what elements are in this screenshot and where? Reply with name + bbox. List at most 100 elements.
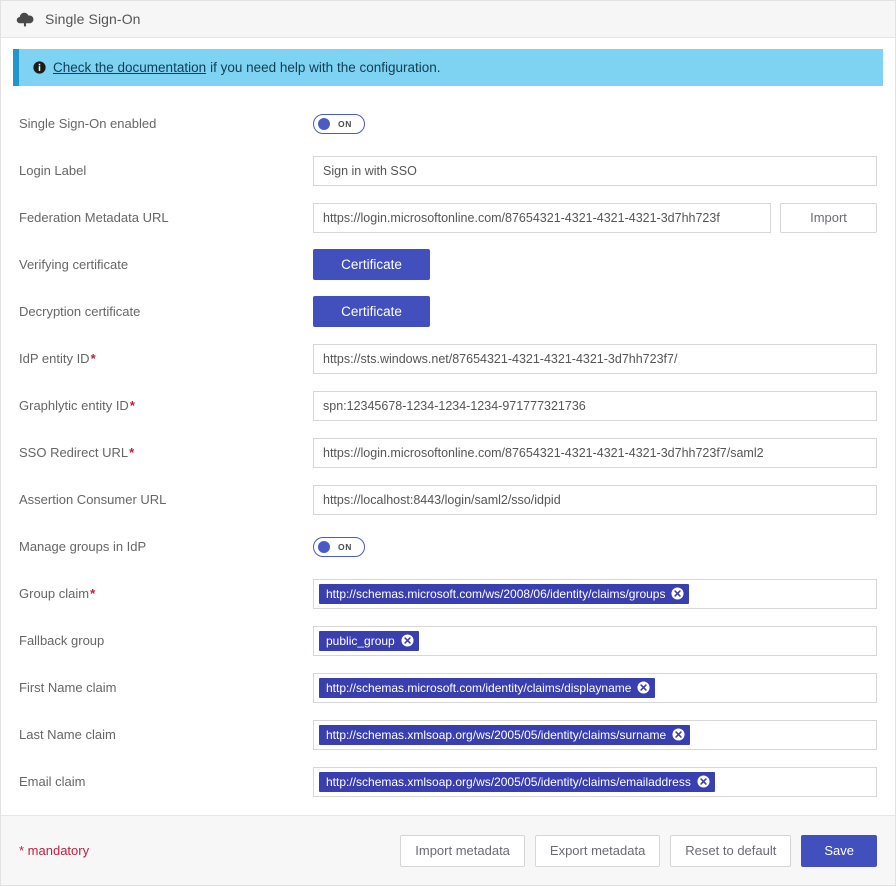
footer-bar: * mandatory Import metadata Export metad… xyxy=(1,815,895,885)
control-login-label xyxy=(313,156,877,186)
control-sso-enabled: ON xyxy=(313,114,877,134)
required-asterisk: * xyxy=(91,351,96,366)
chip[interactable]: http://schemas.xmlsoap.org/ws/2005/05/id… xyxy=(319,725,690,745)
banner-container: Check the documentation if you need help… xyxy=(1,38,895,86)
chip-label: http://schemas.microsoft.com/identity/cl… xyxy=(326,681,631,695)
row-sso-enabled: Single Sign-On enabled ON xyxy=(19,100,877,147)
toggle-knob xyxy=(318,118,330,130)
control-decryption-certificate: Certificate xyxy=(313,296,877,327)
chip[interactable]: http://schemas.microsoft.com/ws/2008/06/… xyxy=(319,584,689,604)
control-first-name-claim: http://schemas.microsoft.com/identity/cl… xyxy=(313,673,877,703)
control-idp-entity-id xyxy=(313,344,877,374)
label-email-claim: Email claim xyxy=(19,774,313,789)
remove-chip-icon[interactable] xyxy=(401,634,414,647)
row-manage-groups-in-idp: Manage groups in IdP ON xyxy=(19,523,877,570)
toggle-state-label: ON xyxy=(330,119,360,129)
chip[interactable]: public_group xyxy=(319,631,419,651)
label-login-label: Login Label xyxy=(19,163,313,178)
import-button[interactable]: Import xyxy=(780,203,877,233)
import-metadata-button[interactable]: Import metadata xyxy=(400,835,525,867)
toggle-state-label: ON xyxy=(330,542,360,552)
info-circle-icon xyxy=(33,61,46,74)
group-claim-chipfield[interactable]: http://schemas.microsoft.com/ws/2008/06/… xyxy=(313,579,877,609)
first-name-claim-chipfield[interactable]: http://schemas.microsoft.com/identity/cl… xyxy=(313,673,877,703)
row-idp-entity-id: IdP entity ID* xyxy=(19,335,877,382)
label-first-name-claim: First Name claim xyxy=(19,680,313,695)
email-claim-chipfield[interactable]: http://schemas.xmlsoap.org/ws/2005/05/id… xyxy=(313,767,877,797)
chip-label: http://schemas.xmlsoap.org/ws/2005/05/id… xyxy=(326,775,691,789)
label-verifying-certificate: Verifying certificate xyxy=(19,257,313,272)
remove-chip-icon[interactable] xyxy=(672,728,685,741)
label-group-claim: Group claim* xyxy=(19,586,313,601)
row-email-claim: Email claim http://schemas.xmlsoap.org/w… xyxy=(19,758,877,805)
control-sso-redirect-url xyxy=(313,438,877,468)
toggle-knob xyxy=(318,541,330,553)
fallback-group-chipfield[interactable]: public_group xyxy=(313,626,877,656)
row-graphlytic-entity-id: Graphlytic entity ID* xyxy=(19,382,877,429)
graphlytic-entity-id-input[interactable] xyxy=(313,391,877,421)
control-group-claim: http://schemas.microsoft.com/ws/2008/06/… xyxy=(313,579,877,609)
documentation-link[interactable]: Check the documentation xyxy=(53,60,206,75)
control-last-name-claim: http://schemas.xmlsoap.org/ws/2005/05/id… xyxy=(313,720,877,750)
row-decryption-certificate: Decryption certificate Certificate xyxy=(19,288,877,335)
label-assertion-consumer-url: Assertion Consumer URL xyxy=(19,492,313,507)
login-label-input[interactable] xyxy=(313,156,877,186)
idp-entity-id-input[interactable] xyxy=(313,344,877,374)
row-fallback-group: Fallback group public_group xyxy=(19,617,877,664)
federation-metadata-url-input[interactable] xyxy=(313,203,771,233)
row-group-claim: Group claim* http://schemas.microsoft.co… xyxy=(19,570,877,617)
label-sso-enabled: Single Sign-On enabled xyxy=(19,116,313,131)
banner-text: if you need help with the configuration. xyxy=(210,60,440,75)
label-sso-redirect-url: SSO Redirect URL* xyxy=(19,445,313,460)
row-sso-redirect-url: SSO Redirect URL* xyxy=(19,429,877,476)
control-manage-groups-in-idp: ON xyxy=(313,537,877,557)
chip-label: public_group xyxy=(326,634,395,648)
row-first-name-claim: First Name claim http://schemas.microsof… xyxy=(19,664,877,711)
control-email-claim: http://schemas.xmlsoap.org/ws/2005/05/id… xyxy=(313,767,877,797)
control-federation-metadata-url: Import xyxy=(313,203,877,233)
control-assertion-consumer-url xyxy=(313,485,877,515)
required-asterisk: * xyxy=(129,445,134,460)
sso-enabled-toggle[interactable]: ON xyxy=(313,114,365,134)
sso-settings-page: Single Sign-On Check the documentation i… xyxy=(0,0,896,886)
row-verifying-certificate: Verifying certificate Certificate xyxy=(19,241,877,288)
cloud-upload-icon xyxy=(15,9,35,29)
chip[interactable]: http://schemas.xmlsoap.org/ws/2005/05/id… xyxy=(319,772,715,792)
label-manage-groups-in-idp: Manage groups in IdP xyxy=(19,539,313,554)
export-metadata-button[interactable]: Export metadata xyxy=(535,835,660,867)
assertion-consumer-url-input[interactable] xyxy=(313,485,877,515)
sso-redirect-url-input[interactable] xyxy=(313,438,877,468)
remove-chip-icon[interactable] xyxy=(637,681,650,694)
save-button[interactable]: Save xyxy=(801,835,877,867)
manage-groups-toggle[interactable]: ON xyxy=(313,537,365,557)
reset-to-default-button[interactable]: Reset to default xyxy=(670,835,791,867)
label-idp-entity-id: IdP entity ID* xyxy=(19,351,313,366)
remove-chip-icon[interactable] xyxy=(697,775,710,788)
page-header: Single Sign-On xyxy=(1,1,895,38)
last-name-claim-chipfield[interactable]: http://schemas.xmlsoap.org/ws/2005/05/id… xyxy=(313,720,877,750)
remove-chip-icon[interactable] xyxy=(671,587,684,600)
row-login-label: Login Label xyxy=(19,147,877,194)
row-last-name-claim: Last Name claim http://schemas.xmlsoap.o… xyxy=(19,711,877,758)
required-asterisk: * xyxy=(130,398,135,413)
sso-form: Single Sign-On enabled ON Login Label Fe… xyxy=(1,86,895,805)
chip-label: http://schemas.microsoft.com/ws/2008/06/… xyxy=(326,587,665,601)
mandatory-note: * mandatory xyxy=(19,843,89,858)
label-last-name-claim: Last Name claim xyxy=(19,727,313,742)
footer-actions: Import metadata Export metadata Reset to… xyxy=(400,835,877,867)
row-assertion-consumer-url: Assertion Consumer URL xyxy=(19,476,877,523)
control-verifying-certificate: Certificate xyxy=(313,249,877,280)
control-fallback-group: public_group xyxy=(313,626,877,656)
chip[interactable]: http://schemas.microsoft.com/identity/cl… xyxy=(319,678,655,698)
decryption-certificate-button[interactable]: Certificate xyxy=(313,296,430,327)
info-banner: Check the documentation if you need help… xyxy=(13,49,883,86)
required-asterisk: * xyxy=(90,586,95,601)
label-text: Graphlytic entity ID xyxy=(19,398,129,413)
chip-label: http://schemas.xmlsoap.org/ws/2005/05/id… xyxy=(326,728,666,742)
label-decryption-certificate: Decryption certificate xyxy=(19,304,313,319)
page-title: Single Sign-On xyxy=(45,11,141,27)
control-graphlytic-entity-id xyxy=(313,391,877,421)
label-text: SSO Redirect URL xyxy=(19,445,128,460)
row-federation-metadata-url: Federation Metadata URL Import xyxy=(19,194,877,241)
verifying-certificate-button[interactable]: Certificate xyxy=(313,249,430,280)
